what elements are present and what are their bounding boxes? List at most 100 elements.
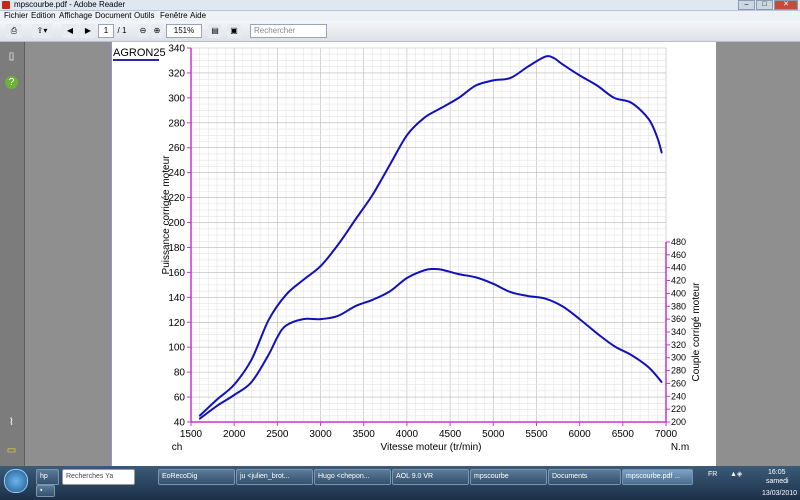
x-tick-label: 5500 [525, 429, 548, 440]
torque-data-point [388, 290, 391, 293]
network-icon[interactable]: ▲◈ [730, 470, 742, 479]
menu-item-edition[interactable]: Edition [31, 11, 55, 21]
y-right-tick-label: 240 [671, 391, 686, 401]
y-right-tick-label: 220 [671, 404, 686, 414]
taskbar-search-input[interactable]: Recherches Ya [62, 469, 135, 485]
previous-page-icon[interactable]: ◀ [62, 24, 78, 38]
page-total: / 1 [117, 26, 127, 35]
torque-data-point [596, 332, 598, 335]
menu-item-document[interactable]: Document [95, 11, 131, 21]
taskbar-button-aol[interactable]: AOL 9.0 VR [392, 469, 469, 485]
next-page-icon[interactable]: ▶ [80, 24, 96, 38]
torque-data-point [250, 381, 253, 383]
clock-time[interactable]: 16:05 [768, 468, 786, 477]
power-data-point [660, 151, 663, 154]
print-icon[interactable]: ⎙ [6, 24, 22, 38]
y-left-tick-label: 100 [168, 343, 185, 354]
torque-data-point [302, 318, 305, 320]
power-data-point [216, 398, 218, 401]
power-data-point [552, 57, 555, 59]
torque-data-point [423, 269, 425, 272]
hp-icon[interactable]: hp [36, 469, 59, 485]
maximize-button[interactable]: □ [756, 0, 773, 10]
power-data-point [198, 414, 201, 417]
zoom-select[interactable]: 151% [166, 24, 202, 38]
y-left-tick-label: 60 [174, 393, 186, 404]
power-data-point [354, 219, 356, 221]
x-tick-label: 6500 [612, 429, 635, 440]
y-left-axis-label: Puissance corrigée moteur [161, 155, 172, 275]
menu-item-fichier[interactable]: Fichier [4, 11, 28, 21]
power-data-point [578, 74, 581, 77]
power-data-point [527, 65, 529, 68]
window-controls: – □ ✕ [738, 0, 798, 10]
menu-item-fenetre[interactable]: Fenêtre [160, 11, 188, 21]
close-button[interactable]: ✕ [774, 0, 798, 10]
y-right-tick-label: 340 [671, 327, 686, 337]
torque-data-point [578, 318, 581, 320]
power-data-point [492, 79, 495, 82]
toolbar: ⎙ ⇪▾ ◀ ▶ 1 / 1 ⊖ ⊕ 151% ▤ ▣ Rechercher [0, 21, 800, 42]
taskbar-button-mpscourbe[interactable]: mpscourbe [470, 469, 547, 485]
menu-item-affichage[interactable]: Affichage [59, 11, 92, 21]
torque-data-point [371, 299, 374, 301]
taskbar-button-mpscourbe-pdf[interactable]: mpscourbe.pdf ... [622, 469, 693, 485]
y-left-tick-label: 40 [174, 418, 186, 429]
page-number-input[interactable]: 1 [98, 24, 114, 38]
show-desktop-icon[interactable]: ▪ [36, 485, 55, 497]
power-data-point [337, 244, 339, 246]
fit-page-icon[interactable]: ▤ [208, 24, 222, 38]
y-right-tick-label: 300 [671, 353, 686, 363]
fit-width-icon[interactable]: ▣ [227, 24, 241, 38]
torque-data-point [276, 336, 279, 338]
share-icon[interactable]: ⇪▾ [32, 24, 52, 38]
torque-data-point [233, 394, 235, 396]
y-left-tick-label: 300 [168, 93, 185, 104]
pdf-page: 1500 2000 2500 3000 3500 4000 4500 5000 5500 6000… [111, 42, 716, 466]
torque-data-point [354, 305, 356, 308]
navigation-pane: ▯ ? ⌇ ▭ [0, 42, 25, 466]
power-data-point [613, 97, 615, 99]
x-tick-label: 2500 [266, 429, 289, 440]
torque-data-point [440, 268, 443, 271]
taskbar-button-julien[interactable]: ju <julien_brot... [236, 469, 313, 485]
torque-data-point [319, 318, 322, 320]
torque-data-point [216, 405, 218, 407]
zoom-out-icon[interactable]: ⊖ [137, 24, 149, 38]
minimize-button[interactable]: – [738, 0, 755, 10]
power-data-point [302, 279, 305, 281]
windows-taskbar: hp Recherches Ya EoRecoDig ju <julien_br… [0, 466, 800, 500]
y-right-tick-label: 200 [671, 417, 686, 427]
torque-data-point [527, 295, 529, 297]
attachments-icon[interactable]: ⌇ [5, 416, 18, 429]
pages-panel-icon[interactable]: ▯ [5, 50, 18, 63]
x-tick-label: 4500 [439, 429, 462, 440]
menu-item-aide[interactable]: Aide [190, 11, 206, 21]
comments-icon[interactable]: ▭ [5, 444, 18, 457]
y-right-tick-label: 420 [671, 276, 686, 286]
menu-item-outils[interactable]: Outils [134, 11, 154, 21]
language-indicator[interactable]: FR [708, 470, 717, 479]
x-tick-label: 7000 [655, 429, 678, 440]
search-input[interactable]: Rechercher [250, 24, 327, 38]
power-data-point [250, 358, 253, 361]
power-data-point [233, 383, 235, 386]
start-button[interactable] [4, 469, 28, 493]
taskbar-button-hugo[interactable]: Hugo <chepon... [314, 469, 391, 485]
power-data-point [267, 318, 270, 321]
y-left-tick-label: 280 [168, 118, 185, 129]
document-viewport[interactable]: 1500 2000 2500 3000 3500 4000 4500 5000 5500 6000… [25, 42, 800, 466]
torque-data-point [544, 297, 546, 300]
taskbar-button-documents[interactable]: Documents [548, 469, 621, 485]
power-data-point [509, 77, 512, 79]
help-icon[interactable]: ? [5, 76, 18, 89]
zoom-in-icon[interactable]: ⊕ [151, 24, 163, 38]
torque-data-point [285, 324, 287, 327]
power-data-point [285, 294, 287, 296]
taskbar-button-eorecodig[interactable]: EoRecoDig [158, 469, 235, 485]
y-left-tick-label: 320 [168, 68, 185, 79]
power-data-point [647, 118, 650, 120]
x-tick-label: 3500 [353, 429, 376, 440]
x-tick-label: 6000 [569, 429, 592, 440]
adobe-reader-icon [2, 1, 10, 9]
